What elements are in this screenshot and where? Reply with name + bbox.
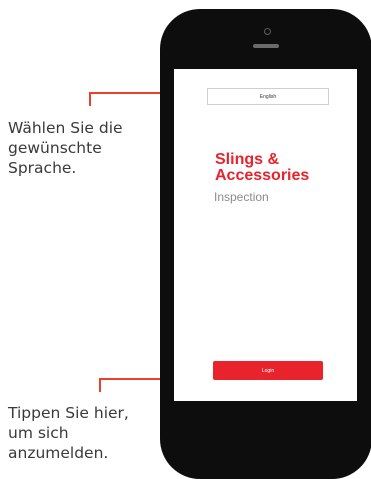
leader-line-language-vertical: [89, 92, 91, 106]
speaker-grille: [253, 44, 279, 48]
camera-icon: [264, 28, 271, 35]
callout-language-text: Wählen Sie die gewünschte Sprache.: [8, 119, 123, 177]
callout-login-text: Tippen Sie hier, um sich anzumelden.: [8, 404, 129, 462]
login-button[interactable]: Login: [213, 361, 323, 380]
phone-frame: English Slings & Accessories Inspection …: [160, 9, 371, 479]
login-button-label: Login: [261, 367, 275, 374]
app-subtitle: Inspection: [214, 190, 269, 204]
language-select-value: English: [259, 93, 277, 100]
leader-line-login-vertical: [99, 378, 101, 392]
app-screen: English Slings & Accessories Inspection …: [174, 69, 357, 401]
app-title: Slings & Accessories: [215, 151, 310, 184]
language-select[interactable]: English: [207, 88, 329, 105]
